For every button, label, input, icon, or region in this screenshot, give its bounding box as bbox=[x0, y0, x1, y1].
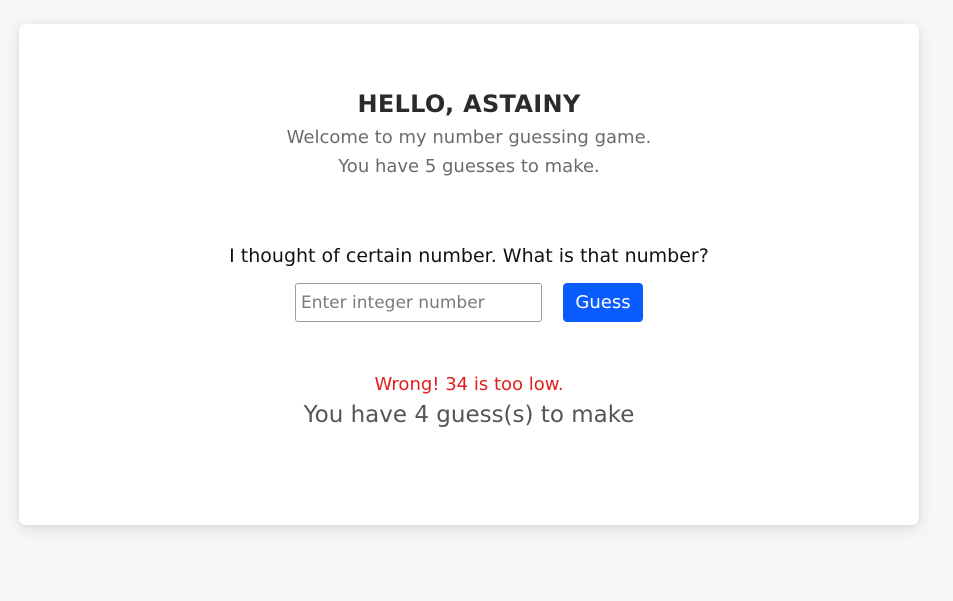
guess-input[interactable] bbox=[295, 283, 542, 322]
guess-form: Guess bbox=[295, 283, 645, 323]
remaining-guesses-text: You have 4 guess(s) to make bbox=[303, 402, 635, 428]
welcome-text: Welcome to my number guessing game. bbox=[286, 127, 652, 148]
page-title: HELLO, ASTAINY bbox=[357, 90, 581, 118]
feedback-message: Wrong! 34 is too low. bbox=[374, 374, 564, 395]
guesses-info-text: You have 5 guesses to make. bbox=[338, 156, 600, 177]
guess-button[interactable]: Guess bbox=[563, 283, 643, 322]
question-text: I thought of certain number. What is tha… bbox=[229, 245, 709, 267]
game-card: HELLO, ASTAINY Welcome to my number gues… bbox=[19, 24, 919, 525]
